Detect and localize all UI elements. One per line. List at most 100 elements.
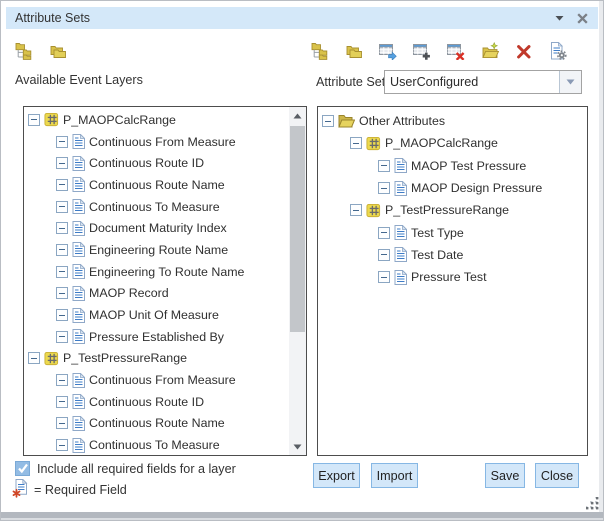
tree-item[interactable]: Continuous To Measure	[24, 434, 289, 455]
collapse-toggle-icon[interactable]	[56, 396, 68, 408]
scrollbar-thumb[interactable]	[290, 126, 305, 332]
event-layer-icon	[366, 136, 381, 151]
expand-all-icon[interactable]	[311, 42, 329, 60]
collapse-toggle-icon[interactable]	[322, 115, 334, 127]
left-toolbar	[15, 42, 67, 60]
tree-item[interactable]: Continuous Route Name	[24, 413, 289, 435]
field-icon	[72, 394, 85, 409]
collapse-toggle-icon[interactable]	[56, 331, 68, 343]
window-bottom-edge	[1, 512, 603, 520]
event-layer-icon	[366, 203, 381, 218]
field-icon	[394, 247, 407, 262]
tree-item-label: MAOP Design Pressure	[411, 181, 542, 195]
add-to-attribute-set-icon[interactable]	[379, 42, 397, 60]
delete-attribute-set-icon[interactable]	[447, 42, 465, 60]
collapse-all-icon[interactable]	[49, 42, 67, 60]
attribute-set-dropdown[interactable]: UserConfigured	[384, 70, 582, 94]
tree-item[interactable]: Test Type	[318, 221, 587, 243]
tree-item[interactable]: P_MAOPCalcRange	[318, 132, 587, 154]
tree-item-label: Test Type	[411, 226, 464, 240]
collapse-toggle-icon[interactable]	[56, 374, 68, 386]
resize-grip[interactable]	[586, 497, 600, 511]
tree-item-label: Engineering To Route Name	[89, 265, 244, 279]
tree-item[interactable]: MAOP Design Pressure	[318, 177, 587, 199]
collapse-toggle-icon[interactable]	[56, 309, 68, 321]
collapse-toggle-icon[interactable]	[378, 227, 390, 239]
tree-item[interactable]: MAOP Record	[24, 283, 289, 305]
field-icon	[72, 286, 85, 301]
required-field-icon	[12, 479, 30, 501]
tree-item[interactable]: P_TestPressureRange	[318, 199, 587, 221]
titlebar[interactable]: Attribute Sets	[6, 7, 598, 29]
tree-item[interactable]: Continuous From Measure	[24, 369, 289, 391]
collapse-toggle-icon[interactable]	[56, 439, 68, 451]
collapse-toggle-icon[interactable]	[56, 201, 68, 213]
tree-item[interactable]: Engineering To Route Name	[24, 261, 289, 283]
close-icon[interactable]	[574, 10, 590, 26]
import-button[interactable]: Import	[371, 463, 418, 488]
field-icon	[394, 181, 407, 196]
new-attribute-set-icon[interactable]	[413, 42, 431, 60]
collapse-toggle-icon[interactable]	[378, 182, 390, 194]
attribute-set-tree: Other AttributesP_MAOPCalcRangeMAOP Test…	[318, 107, 587, 455]
tree-item[interactable]: Engineering Route Name	[24, 239, 289, 261]
export-button[interactable]: Export	[313, 463, 360, 488]
collapse-toggle-icon[interactable]	[28, 352, 40, 364]
collapse-toggle-icon[interactable]	[56, 179, 68, 191]
tree-item[interactable]: Other Attributes	[318, 110, 587, 132]
field-icon	[72, 199, 85, 214]
field-icon	[394, 225, 407, 240]
collapse-all-icon[interactable]	[345, 42, 363, 60]
tree-item[interactable]: Continuous To Measure	[24, 196, 289, 218]
include-required-checkbox[interactable]	[15, 461, 30, 476]
dialog-title: Attribute Sets	[15, 11, 551, 25]
close-button[interactable]: Close	[535, 463, 579, 488]
tree-item[interactable]: MAOP Test Pressure	[318, 155, 587, 177]
collapse-toggle-icon[interactable]	[378, 160, 390, 172]
tree-item[interactable]: Test Date	[318, 244, 587, 266]
tree-item[interactable]: Document Maturity Index	[24, 217, 289, 239]
save-button[interactable]: Save	[485, 463, 525, 488]
available-event-layers-label: Available Event Layers	[15, 73, 143, 87]
collapse-toggle-icon[interactable]	[56, 222, 68, 234]
tree-item-label: Continuous From Measure	[89, 135, 236, 149]
tree-item-label: P_TestPressureRange	[385, 203, 509, 217]
scroll-down-icon[interactable]	[289, 438, 306, 455]
tree-item-label: Continuous Route ID	[89, 395, 204, 409]
tree-item[interactable]: Continuous Route Name	[24, 174, 289, 196]
include-required-label: Include all required fields for a layer	[37, 462, 236, 476]
collapse-toggle-icon[interactable]	[56, 287, 68, 299]
tree-item[interactable]: P_TestPressureRange	[24, 348, 289, 370]
attribute-sets-dialog: Attribute Sets Available Event Layers At…	[0, 0, 604, 521]
collapse-toggle-icon[interactable]	[378, 249, 390, 261]
new-group-icon[interactable]	[481, 42, 499, 60]
collapse-toggle-icon[interactable]	[56, 244, 68, 256]
collapse-toggle-icon[interactable]	[56, 266, 68, 278]
window-menu-caret-icon[interactable]	[551, 10, 567, 26]
dropdown-arrow-icon[interactable]	[559, 71, 581, 93]
tree-item-label: Test Date	[411, 248, 463, 262]
expand-all-icon[interactable]	[15, 42, 33, 60]
tree-item[interactable]: Continuous From Measure	[24, 131, 289, 153]
tree-item[interactable]: Pressure Test	[318, 266, 587, 288]
tree-item[interactable]: Continuous Route ID	[24, 152, 289, 174]
remove-item-icon[interactable]	[515, 42, 533, 60]
collapse-toggle-icon[interactable]	[56, 417, 68, 429]
collapse-toggle-icon[interactable]	[56, 157, 68, 169]
tree-item[interactable]: Continuous Route ID	[24, 391, 289, 413]
collapse-toggle-icon[interactable]	[350, 204, 362, 216]
collapse-toggle-icon[interactable]	[56, 136, 68, 148]
tree-item[interactable]: Pressure Established By	[24, 326, 289, 348]
vertical-scrollbar[interactable]	[289, 107, 306, 455]
tree-item-label: Continuous To Measure	[89, 438, 220, 452]
collapse-toggle-icon[interactable]	[378, 271, 390, 283]
event-layer-icon	[44, 112, 59, 127]
attribute-set-properties-icon[interactable]	[549, 42, 567, 60]
tree-item[interactable]: MAOP Unit Of Measure	[24, 304, 289, 326]
tree-item[interactable]: P_MAOPCalcRange	[24, 109, 289, 131]
scroll-up-icon[interactable]	[289, 107, 306, 124]
available-layers-tree: P_MAOPCalcRange Continuous From Measure Co…	[24, 107, 289, 455]
collapse-toggle-icon[interactable]	[28, 114, 40, 126]
collapse-toggle-icon[interactable]	[350, 137, 362, 149]
tree-item-label: Continuous Route Name	[89, 416, 225, 430]
